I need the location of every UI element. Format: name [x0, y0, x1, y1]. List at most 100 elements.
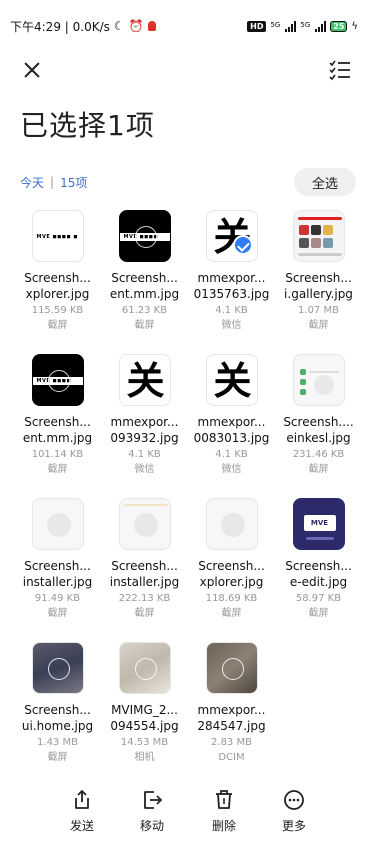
signal-label-2: 5G	[300, 20, 311, 29]
thumb-deco	[297, 217, 342, 220]
more-button[interactable]: 更多	[264, 788, 324, 834]
thumb-deco	[46, 513, 71, 537]
battery-icon: 25	[330, 20, 348, 32]
file-name-line1: Screensh....	[283, 415, 354, 429]
file-item[interactable]: mmexpor... 284547.jpg 2.83 MB DCIM	[188, 637, 275, 781]
moon-icon: ☾	[113, 19, 125, 33]
thumb-deco	[308, 371, 339, 373]
file-source: 截屏	[221, 608, 242, 619]
send-button[interactable]: 发送	[52, 788, 112, 834]
file-source: 截屏	[134, 608, 155, 619]
file-name-line1: Screensh...	[111, 271, 178, 285]
thumb-glyph: 关	[126, 358, 165, 403]
hd-badge: HD	[247, 20, 267, 32]
file-item[interactable]: 关 mmexpor... 093932.jpg 4.1 KB 微信	[101, 349, 188, 493]
file-item[interactable]: MVE ◼◼◼◼ Screensh... ent.mm.jpg 61.23 KB…	[101, 205, 188, 349]
file-name-line1: Screensh...	[285, 271, 352, 285]
file-name-line1: Screensh...	[24, 559, 91, 573]
file-item[interactable]: Screensh... xplorer.jpg 118.69 KB 截屏	[188, 493, 275, 637]
file-name-line2: ent.mm.jpg	[22, 431, 93, 445]
file-name-line1: Screensh...	[198, 559, 265, 573]
file-item[interactable]: Screensh... i.gallery.jpg 1.07 MB 截屏	[275, 205, 362, 349]
selected-check-icon[interactable]	[232, 235, 253, 255]
file-source: 截屏	[47, 320, 68, 331]
select-all-button[interactable]: 全选	[294, 168, 356, 196]
file-name-line2: ent.mm.jpg	[109, 287, 180, 301]
file-source: 微信	[221, 464, 242, 475]
signal-icon-2	[315, 20, 327, 32]
file-item[interactable]: Screensh.... einkesl.jpg 231.46 KB 截屏	[275, 349, 362, 493]
file-thumbnail	[205, 642, 258, 694]
file-item[interactable]: Screensh... installer.jpg 91.49 KB 截屏	[14, 493, 101, 637]
page-title: 已选择1项	[20, 109, 155, 142]
file-item[interactable]: Screensh... ui.home.jpg 1.43 MB 截屏	[14, 637, 101, 781]
thumb-deco	[133, 513, 158, 537]
file-item[interactable]: Screensh... installer.jpg 222.13 KB 截屏	[101, 493, 188, 637]
thumb-deco	[310, 238, 321, 248]
file-source: 截屏	[308, 464, 329, 475]
more-icon	[284, 790, 304, 810]
file-name-line2: installer.jpg	[109, 575, 180, 589]
file-item[interactable]: MVIMG_2... 094554.jpg 14.53 MB 相机	[101, 637, 188, 781]
thumb-deco	[220, 513, 245, 537]
file-size: 91.49 KB	[34, 593, 81, 604]
file-name-line1: Screensh...	[24, 703, 91, 717]
status-right: HD 5G 5G 25 ϟ	[247, 20, 358, 32]
file-source: 微信	[221, 320, 242, 331]
thumb-glyph: 关	[213, 358, 252, 403]
date-count: 15项	[60, 175, 88, 190]
file-thumbnail	[31, 498, 84, 550]
send-label: 发送	[69, 819, 94, 833]
file-item-selected[interactable]: 关 mmexpor... 0135763.jpg 4.1 KB 微信	[188, 205, 275, 349]
checklist-icon[interactable]	[326, 56, 354, 84]
file-name-line1: Screensh...	[24, 271, 91, 285]
file-name-line2: i.gallery.jpg	[284, 287, 353, 301]
file-item[interactable]: 关 mmexpor... 0083013.jpg 4.1 KB 微信	[188, 349, 275, 493]
checklist-icon-svg	[329, 60, 350, 81]
grid-row: Screensh... installer.jpg 91.49 KB 截屏 Sc…	[14, 493, 362, 637]
file-name-line2: einkesl.jpg	[286, 431, 351, 445]
file-thumbnail: MVE	[292, 498, 345, 550]
thumb-ring	[134, 226, 157, 248]
file-thumbnail: MVE ◼◼◼◼	[118, 210, 171, 262]
file-size: 101.14 KB	[31, 449, 84, 460]
file-size: 58.97 KB	[295, 593, 342, 604]
grid-row: Screensh... ui.home.jpg 1.43 MB 截屏 MVIMG…	[14, 637, 362, 781]
file-name-line2: xplorer.jpg	[25, 287, 90, 301]
delete-button[interactable]: 删除	[194, 788, 254, 834]
file-size: 1.07 MB	[298, 305, 339, 316]
thumb-logo-text: MVE ◼◼◼◼ ◼	[36, 234, 78, 240]
thumb-deco	[313, 375, 334, 395]
file-source: 微信	[134, 464, 155, 475]
file-source: 截屏	[47, 608, 68, 619]
close-icon[interactable]	[18, 56, 46, 84]
file-name-line2: ui.home.jpg	[21, 719, 94, 733]
file-name-line2: e-edit.jpg	[289, 575, 348, 589]
notification-icon	[147, 21, 156, 31]
file-item[interactable]: MVE ◼◼◼◼ ◼ Screensh... xplorer.jpg 115.5…	[14, 205, 101, 349]
file-size: 231.46 KB	[292, 449, 345, 460]
delete-label: 删除	[211, 819, 236, 833]
file-source: 截屏	[308, 320, 329, 331]
file-name-line1: mmexpor...	[197, 271, 266, 285]
file-size: 1.43 MB	[37, 737, 78, 748]
more-label: 更多	[281, 819, 306, 833]
file-item[interactable]: MVE Screensh... e-edit.jpg 58.97 KB 截屏	[275, 493, 362, 637]
trash-icon	[216, 790, 232, 809]
file-source: 截屏	[308, 608, 329, 619]
file-name-line2: installer.jpg	[22, 575, 93, 589]
thumb-ring	[47, 370, 70, 392]
move-button[interactable]: 移动	[122, 788, 182, 834]
file-item[interactable]: MVE ◼◼◼◼ Screensh... ent.mm.jpg 101.14 K…	[14, 349, 101, 493]
grid-row: MVE ◼◼◼◼ ◼ Screensh... xplorer.jpg 115.5…	[14, 205, 362, 349]
bottom-action-bar: 发送 移动 删除 更多	[0, 788, 368, 848]
file-source: DCIM	[218, 752, 245, 763]
file-size: 118.69 KB	[205, 593, 258, 604]
signal-icon-1	[285, 20, 297, 32]
file-size: 222.13 KB	[118, 593, 171, 604]
thumb-deco	[299, 369, 306, 375]
file-grid: MVE ◼◼◼◼ ◼ Screensh... xplorer.jpg 115.5…	[14, 205, 362, 781]
status-left: 下午4:29 | 0.0K/s ☾ ⏰	[10, 18, 156, 35]
file-thumbnail: MVE ◼◼◼◼ ◼	[31, 210, 84, 262]
file-thumbnail	[118, 642, 171, 694]
